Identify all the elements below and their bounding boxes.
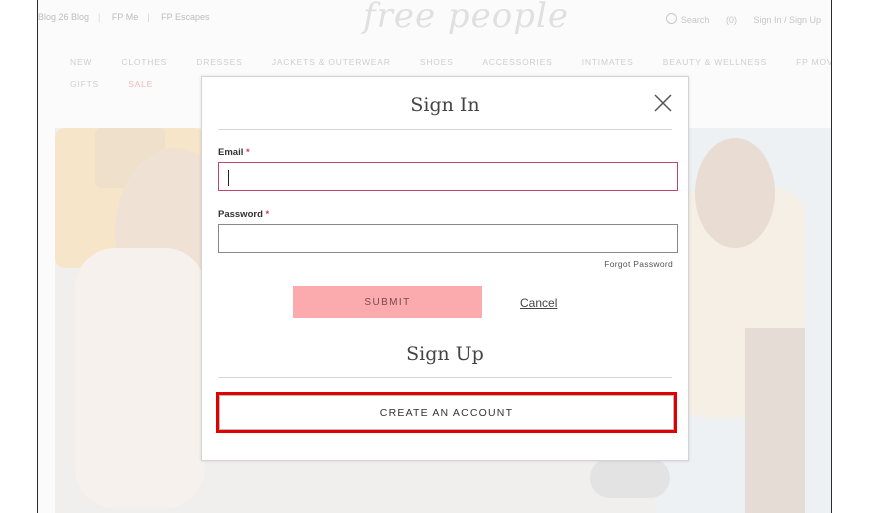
- frame-border-right: [831, 0, 832, 513]
- site-logo[interactable]: free people: [363, 0, 569, 36]
- nav-item[interactable]: JACKETS & OUTERWEAR: [272, 57, 391, 67]
- close-icon: [654, 94, 672, 112]
- nav-item[interactable]: ACCESSORIES: [482, 57, 552, 67]
- frame-border-left: [37, 0, 38, 513]
- create-account-button[interactable]: CREATE AN ACCOUNT: [219, 395, 674, 430]
- nav-item[interactable]: DRESSES: [196, 57, 242, 67]
- nav-item[interactable]: NEW: [70, 57, 92, 67]
- password-label: Password *: [218, 209, 270, 220]
- account-link[interactable]: Sign In / Sign Up: [753, 15, 821, 25]
- nav-item[interactable]: BEAUTY & WELLNESS: [663, 57, 767, 67]
- search-link[interactable]: Search: [665, 13, 709, 25]
- password-field[interactable]: [218, 224, 678, 253]
- nav-item[interactable]: CLOTHES: [121, 57, 167, 67]
- cancel-link[interactable]: Cancel: [520, 296, 557, 310]
- nav-item-gifts[interactable]: GIFTS: [70, 79, 99, 89]
- close-button[interactable]: [653, 93, 673, 113]
- create-account-highlight: CREATE AN ACCOUNT: [216, 392, 677, 433]
- utility-link-fp-escapes[interactable]: FP Escapes: [161, 12, 209, 22]
- divider: [218, 129, 672, 130]
- submit-button[interactable]: SUBMIT: [293, 286, 482, 318]
- signup-title: Sign Up: [406, 343, 484, 365]
- email-label: Email *: [218, 147, 250, 158]
- nav-item[interactable]: INTIMATES: [582, 57, 634, 67]
- header-actions: Search (0) Sign In / Sign Up: [652, 12, 821, 25]
- modal-title: Sign In: [410, 94, 480, 116]
- utility-links: Blog 26 Blog | FP Me | FP Escapes: [38, 12, 210, 22]
- divider: [218, 377, 672, 378]
- main-nav-row2: GIFTS SALE: [70, 79, 179, 89]
- sign-in-modal: Sign In Email * Password * Forgot Passwo…: [201, 76, 689, 461]
- nav-item[interactable]: SHOES: [420, 57, 454, 67]
- email-field[interactable]: [218, 162, 678, 191]
- cart-count[interactable]: (0): [726, 15, 737, 25]
- nav-item[interactable]: FP MOVEMENT: [796, 57, 831, 67]
- nav-item-sale[interactable]: SALE: [128, 79, 153, 89]
- text-cursor: [228, 170, 229, 186]
- utility-link-blog[interactable]: Blog 26 Blog: [38, 12, 89, 22]
- forgot-password-link[interactable]: Forgot Password: [604, 259, 673, 269]
- utility-link-fp-me[interactable]: FP Me: [112, 12, 138, 22]
- search-icon: [665, 13, 677, 24]
- main-nav: NEW CLOTHES DRESSES JACKETS & OUTERWEAR …: [70, 57, 831, 67]
